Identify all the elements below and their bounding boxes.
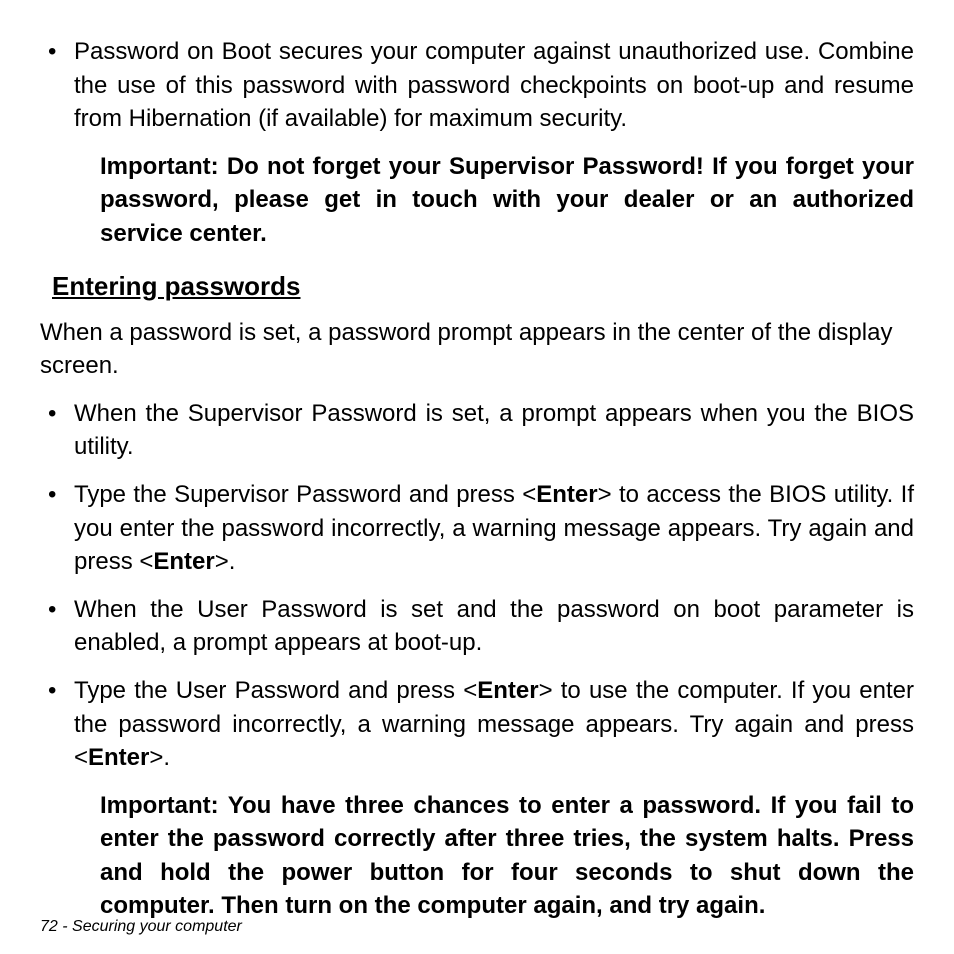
- key-enter: Enter: [153, 548, 214, 575]
- main-bullet-list: When the Supervisor Password is set, a p…: [40, 397, 914, 775]
- body-text: When the User Password is set and the pa…: [74, 596, 914, 657]
- body-text: When a password is set, a password promp…: [40, 319, 892, 380]
- footer-text: 72 - Securing your computer: [40, 918, 242, 935]
- key-enter: Enter: [477, 677, 538, 704]
- important-note: Important: Do not forget your Supervisor…: [100, 150, 914, 251]
- body-text: Type the User Password and press <: [74, 677, 477, 704]
- heading-text: Entering passwords: [52, 271, 301, 301]
- key-enter: Enter: [536, 481, 597, 508]
- section-heading: Entering passwords: [52, 271, 914, 302]
- body-text: When the Supervisor Password is set, a p…: [74, 400, 914, 461]
- body-text: >.: [149, 744, 170, 771]
- important-text: Important: You have three chances to ent…: [100, 792, 914, 920]
- page-footer: 72 - Securing your computer: [40, 918, 242, 936]
- body-text: >.: [215, 548, 236, 575]
- page-container: Password on Boot secures your computer a…: [0, 0, 954, 954]
- list-item: Type the User Password and press <Enter>…: [40, 674, 914, 775]
- list-item: Password on Boot secures your computer a…: [40, 35, 914, 136]
- body-text: Password on Boot secures your computer a…: [74, 38, 914, 132]
- list-item: When the Supervisor Password is set, a p…: [40, 397, 914, 464]
- list-item: Type the Supervisor Password and press <…: [40, 478, 914, 579]
- top-bullet-list: Password on Boot secures your computer a…: [40, 35, 914, 136]
- list-item: When the User Password is set and the pa…: [40, 593, 914, 660]
- body-text: Type the Supervisor Password and press <: [74, 481, 536, 508]
- intro-paragraph: When a password is set, a password promp…: [40, 316, 914, 383]
- important-text: Important: Do not forget your Supervisor…: [100, 153, 914, 247]
- key-enter: Enter: [88, 744, 149, 771]
- important-note: Important: You have three chances to ent…: [100, 789, 914, 923]
